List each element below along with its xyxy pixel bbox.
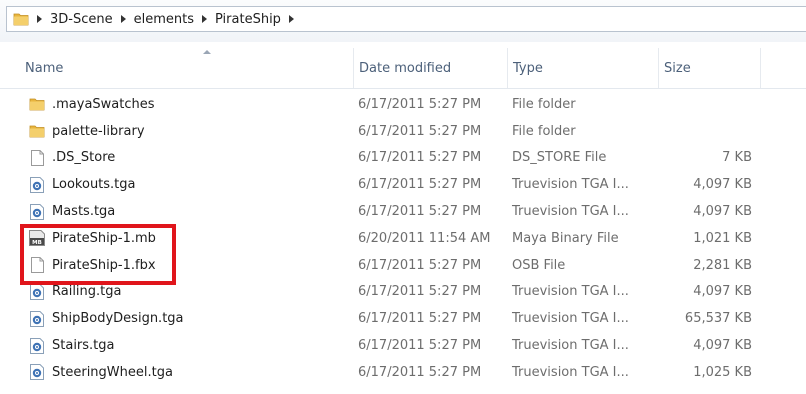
file-type: File folder (512, 123, 576, 139)
breadcrumb-item-pirateship[interactable]: PirateShip (215, 12, 281, 27)
file-name: Masts.tga (52, 204, 116, 220)
file-name: .mayaSwatches (52, 96, 155, 112)
file-row[interactable]: Masts.tga 6/17/2011 5:27 PM Truevision TGA… (0, 198, 806, 225)
file-size: 4,097 KB (693, 338, 752, 354)
image-file-icon (28, 332, 46, 359)
breadcrumb-chevron-icon[interactable] (37, 15, 42, 23)
image-file-icon (28, 305, 46, 332)
file-date-modified: 6/17/2011 5:27 PM (358, 150, 482, 166)
file-row[interactable]: .mayaSwatches 6/17/2011 5:27 PM File folde… (0, 91, 806, 118)
file-name: .DS_Store (52, 150, 116, 166)
file-date-modified: 6/17/2011 5:27 PM (358, 284, 482, 300)
file-type: DS_STORE File (512, 150, 607, 166)
file-type: Truevision TGA I... (512, 311, 629, 327)
column-name-label: Name (25, 60, 64, 76)
file-date-modified: 6/20/2011 11:54 AM (358, 230, 491, 246)
file-type: Truevision TGA I... (512, 284, 629, 300)
column-name[interactable]: Name (20, 48, 353, 88)
file-date-modified: 6/17/2011 5:27 PM (358, 338, 482, 354)
file-name: ShipBodyDesign.tga (52, 311, 184, 327)
file-name: SteeringWheel.tga (52, 364, 173, 380)
column-filler (760, 48, 806, 88)
file-row[interactable]: palette-library 6/17/2011 5:27 PM File fol… (0, 118, 806, 145)
file-date-modified: 6/17/2011 5:27 PM (358, 177, 482, 193)
column-header: Name Date modified Type Size (0, 48, 806, 89)
file-type: Truevision TGA I... (512, 338, 629, 354)
file-date-modified: 6/17/2011 5:27 PM (358, 364, 482, 380)
breadcrumb-item-elements[interactable]: elements (134, 12, 194, 27)
file-type: OSB File (512, 257, 566, 273)
breadcrumb-chevron-icon[interactable] (202, 15, 207, 23)
file-size: 1,021 KB (693, 230, 752, 246)
file-type: Maya Binary File (512, 230, 619, 246)
image-file-icon (28, 359, 46, 386)
file-size: 4,097 KB (693, 204, 752, 220)
file-type: Truevision TGA I... (512, 204, 629, 220)
folder-icon[interactable] (13, 11, 29, 27)
column-date-modified[interactable]: Date modified (353, 48, 507, 88)
file-row[interactable]: .DS_Store 6/17/2011 5:27 PM DS_STORE File 7… (0, 145, 806, 172)
file-date-modified: 6/17/2011 5:27 PM (358, 257, 482, 273)
breadcrumb-item-3d-scene[interactable]: 3D-Scene (50, 12, 113, 27)
file-size: 2,281 KB (693, 257, 752, 273)
breadcrumb-chevron-icon[interactable] (288, 15, 294, 23)
file-row[interactable]: SteeringWheel.tga 6/17/2011 5:27 PM Truevi… (0, 359, 806, 386)
file-size: 7 KB (722, 150, 752, 166)
column-type-label: Type (513, 60, 543, 76)
file-name: palette-library (52, 123, 145, 139)
folder-icon (28, 118, 46, 145)
image-file-icon (28, 171, 46, 198)
file-size: 65,537 KB (684, 311, 752, 327)
sort-ascending-icon (203, 50, 211, 54)
file-size (650, 91, 752, 118)
column-size[interactable]: Size (658, 48, 760, 88)
file-date-modified: 6/17/2011 5:27 PM (358, 96, 482, 112)
file-date-modified: 6/17/2011 5:27 PM (358, 204, 482, 220)
file-date-modified: 6/17/2011 5:27 PM (358, 311, 482, 327)
address-bar: 3D-Scene elements PirateShip (0, 0, 806, 42)
file-row[interactable]: Lookouts.tga 6/17/2011 5:27 PM Truevision … (0, 171, 806, 198)
breadcrumb-chevron-icon[interactable] (120, 15, 126, 23)
image-file-icon (28, 198, 46, 225)
file-date-modified: 6/17/2011 5:27 PM (358, 123, 482, 139)
file-type: Truevision TGA I... (512, 364, 629, 380)
blank-file-icon (28, 145, 46, 172)
column-size-label: Size (664, 60, 691, 76)
column-type[interactable]: Type (507, 48, 658, 88)
file-type: File folder (512, 96, 576, 112)
file-type: Truevision TGA I... (512, 177, 629, 193)
column-date-label: Date modified (359, 60, 452, 76)
file-size: 1,025 KB (693, 364, 752, 380)
file-row[interactable]: ShipBodyDesign.tga 6/17/2011 5:27 PM Truev… (0, 305, 806, 332)
highlight-box (20, 224, 176, 285)
file-row[interactable]: Stairs.tga 6/17/2011 5:27 PM Truevision TG… (0, 332, 806, 359)
address-box[interactable]: 3D-Scene elements PirateShip (6, 6, 806, 32)
file-name: Stairs.tga (52, 338, 115, 354)
file-size: 4,097 KB (693, 177, 752, 193)
file-name: Lookouts.tga (52, 177, 136, 193)
file-size (650, 118, 752, 145)
file-size: 4,097 KB (693, 284, 752, 300)
folder-icon (28, 91, 46, 118)
